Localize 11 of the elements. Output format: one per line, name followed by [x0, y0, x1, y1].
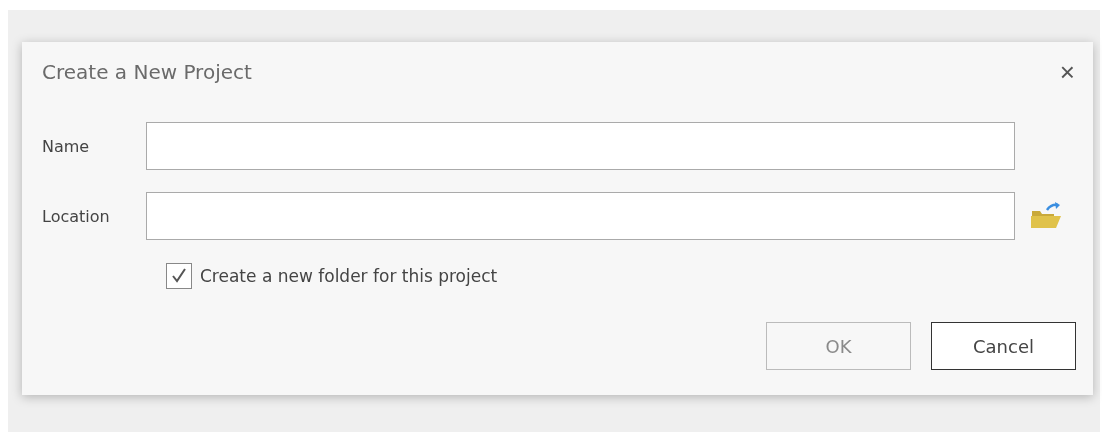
- field-label: Location: [42, 206, 111, 226]
- checkbox-label: Create a new folder for this project: [200, 266, 498, 286]
- dialog-title: Create a New Project: [42, 60, 252, 84]
- checkbox[interactable]: [166, 263, 192, 289]
- close-button[interactable]: ×: [1057, 59, 1077, 85]
- field-label: Name: [42, 136, 91, 156]
- name-field[interactable]: [146, 122, 1015, 170]
- browse-button[interactable]: [1029, 201, 1063, 231]
- cancel-button[interactable]: Cancel: [931, 322, 1076, 370]
- folder-icon: [1029, 201, 1063, 231]
- location-field[interactable]: [146, 192, 1015, 240]
